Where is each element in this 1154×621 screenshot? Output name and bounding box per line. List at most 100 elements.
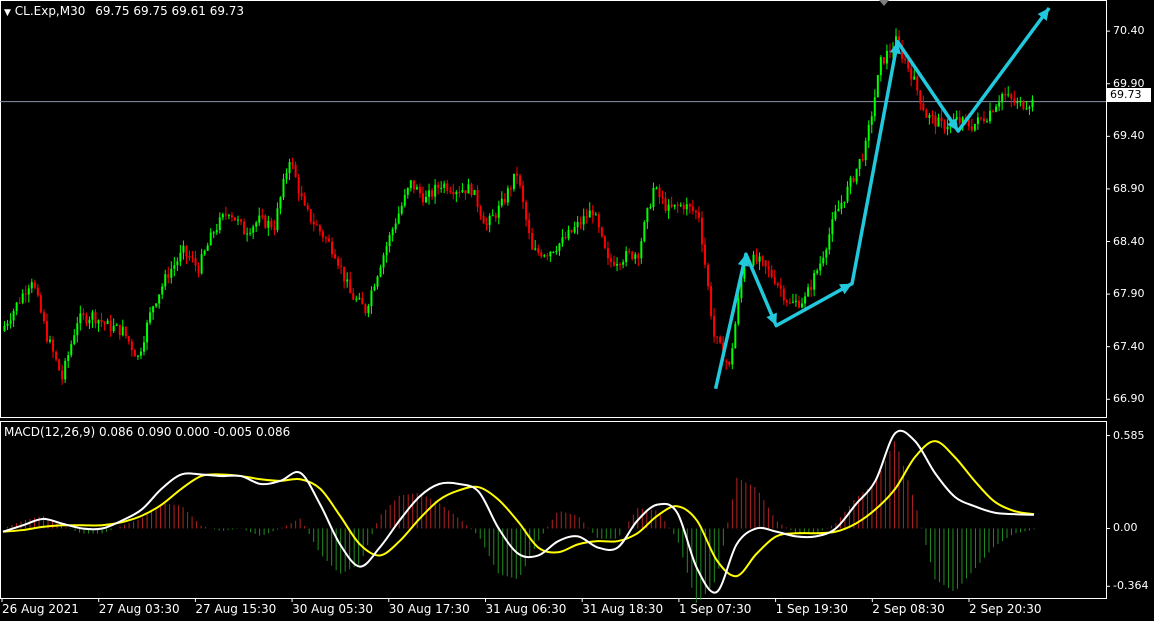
candle xyxy=(82,308,85,320)
candle xyxy=(291,157,294,170)
candle xyxy=(828,227,831,255)
candle xyxy=(552,251,555,254)
candle xyxy=(346,272,349,288)
mt4-chart-window[interactable]: ▼ CL.Exp,M30 69.75 69.75 69.61 69.73 MAC… xyxy=(0,0,1154,621)
candle xyxy=(303,192,306,207)
candle xyxy=(24,285,27,303)
candle xyxy=(431,187,434,200)
candle xyxy=(764,259,767,275)
candle xyxy=(976,112,979,130)
candle xyxy=(85,312,88,327)
candle xyxy=(300,185,303,201)
main-chart-frame xyxy=(0,0,1107,418)
candle xyxy=(913,69,916,80)
candle xyxy=(358,292,361,300)
candle xyxy=(88,316,91,330)
candle xyxy=(18,296,21,305)
time-tick-label: 30 Aug 17:30 xyxy=(388,602,470,616)
candle xyxy=(782,285,785,305)
candle xyxy=(294,161,297,178)
chart-canvas[interactable] xyxy=(0,0,1154,621)
candle xyxy=(512,173,515,192)
candle xyxy=(543,253,546,258)
candle xyxy=(970,118,973,133)
candle xyxy=(103,320,106,331)
candle xyxy=(409,179,412,192)
candle xyxy=(843,201,846,208)
candle xyxy=(421,186,424,206)
candle xyxy=(603,235,606,250)
chart-shift-marker[interactable] xyxy=(879,0,889,6)
candle xyxy=(397,206,400,225)
candle xyxy=(285,168,288,184)
macd-header: MACD(12,26,9) 0.086 0.090 0.000 -0.005 0… xyxy=(4,425,290,439)
candle xyxy=(931,110,934,124)
candle xyxy=(406,187,409,199)
chart-header: ▼ CL.Exp,M30 69.75 69.75 69.61 69.73 xyxy=(4,4,244,18)
candle xyxy=(197,262,200,278)
candle xyxy=(682,202,685,215)
candle xyxy=(597,212,600,233)
time-tick-label: 31 Aug 18:30 xyxy=(582,602,664,616)
candle xyxy=(124,326,127,339)
candle xyxy=(394,218,397,233)
candle xyxy=(200,248,203,275)
candle xyxy=(446,179,449,195)
candle xyxy=(785,299,788,307)
candle xyxy=(185,245,188,265)
candle xyxy=(318,224,321,236)
candle xyxy=(846,181,849,204)
candle xyxy=(934,111,937,135)
candle xyxy=(719,335,722,344)
candle xyxy=(1031,95,1034,112)
candle xyxy=(1019,96,1022,107)
candle xyxy=(440,181,443,193)
candle xyxy=(503,193,506,205)
candle xyxy=(640,237,643,264)
candle xyxy=(700,211,703,253)
candle xyxy=(70,340,73,358)
time-tick-label: 30 Aug 05:30 xyxy=(292,602,374,616)
candle xyxy=(282,173,285,201)
candle xyxy=(203,249,206,256)
candle xyxy=(634,252,637,264)
candle xyxy=(946,119,949,136)
candle xyxy=(443,180,446,194)
candle xyxy=(352,288,355,301)
candle xyxy=(725,358,728,370)
candle xyxy=(758,252,761,271)
candle xyxy=(661,190,664,205)
candle xyxy=(537,244,540,256)
candle xyxy=(288,158,291,181)
candle xyxy=(179,244,182,267)
candle xyxy=(15,301,18,316)
candle xyxy=(807,283,810,297)
chart-menu-triangle-icon[interactable]: ▼ xyxy=(4,8,11,18)
candle xyxy=(176,257,179,272)
candle xyxy=(391,227,394,242)
candles-layer xyxy=(3,28,1034,385)
candle xyxy=(155,302,158,308)
macd-line xyxy=(2,429,1035,594)
candle xyxy=(925,108,928,118)
candle xyxy=(218,212,221,234)
candle xyxy=(264,214,267,229)
candle xyxy=(473,189,476,196)
candle xyxy=(315,219,318,226)
candle xyxy=(697,206,700,223)
candle xyxy=(379,264,382,278)
candle xyxy=(716,336,719,345)
candle xyxy=(364,303,367,316)
time-tick-label: 27 Aug 03:30 xyxy=(98,602,180,616)
candle xyxy=(237,215,240,226)
candle xyxy=(667,199,670,219)
candle xyxy=(79,305,82,331)
candle xyxy=(61,364,64,385)
candle xyxy=(619,262,622,270)
candle xyxy=(309,208,312,225)
candle xyxy=(1013,90,1016,106)
candle xyxy=(382,252,385,275)
candle xyxy=(133,348,136,357)
candle xyxy=(415,184,418,190)
candle xyxy=(21,289,24,305)
